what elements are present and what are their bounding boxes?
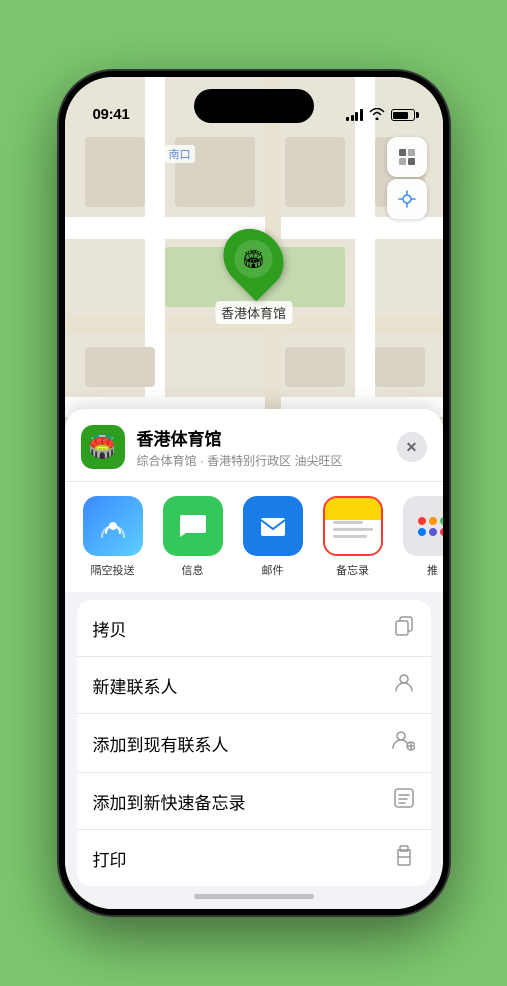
share-item-notes[interactable]: 备忘录 xyxy=(317,496,389,578)
home-indicator xyxy=(194,894,314,899)
more-icon xyxy=(403,496,443,556)
action-new-contact-label: 新建联系人 xyxy=(93,673,178,698)
print-icon xyxy=(393,844,415,872)
status-icons xyxy=(346,107,415,123)
phone-frame: 09:41 xyxy=(59,71,449,915)
action-add-quicknote-label: 添加到新快速备忘录 xyxy=(93,789,246,814)
mail-icon xyxy=(243,496,303,556)
dynamic-island xyxy=(194,89,314,123)
notes-label: 备忘录 xyxy=(336,562,369,578)
airdrop-label: 隔空投送 xyxy=(91,562,135,578)
close-button[interactable]: ✕ xyxy=(397,432,427,462)
location-info: 香港体育馆 综合体育馆 · 香港特别行政区 油尖旺区 xyxy=(137,425,385,469)
messages-label: 信息 xyxy=(182,562,204,578)
action-print[interactable]: 打印 xyxy=(77,830,431,886)
messages-icon xyxy=(163,496,223,556)
location-subtitle: 综合体育馆 · 香港特别行政区 油尖旺区 xyxy=(137,452,385,469)
action-add-existing[interactable]: 添加到现有联系人 xyxy=(77,714,431,773)
share-item-mail[interactable]: 邮件 xyxy=(237,496,309,578)
airdrop-icon xyxy=(83,496,143,556)
share-row: 隔空投送 信息 xyxy=(65,481,443,592)
more-dots-top xyxy=(418,517,443,525)
pin-label: 香港体育馆 xyxy=(215,301,292,324)
more-label: 推 xyxy=(427,562,438,578)
more-dots-bottom xyxy=(418,528,443,536)
phone-screen: 09:41 xyxy=(65,77,443,909)
map-type-button[interactable] xyxy=(387,137,427,177)
action-print-label: 打印 xyxy=(93,846,127,871)
pin-inner: 🏟 xyxy=(234,240,272,278)
share-item-more[interactable]: 推 xyxy=(397,496,443,578)
action-add-quicknote[interactable]: 添加到新快速备忘录 xyxy=(77,773,431,830)
location-header: 🏟️ 香港体育馆 综合体育馆 · 香港特别行政区 油尖旺区 ✕ xyxy=(65,409,443,481)
action-copy-label: 拷贝 xyxy=(93,616,127,641)
new-contact-icon xyxy=(393,671,415,699)
battery-icon xyxy=(391,109,415,121)
quicknote-icon xyxy=(393,787,415,815)
action-new-contact[interactable]: 新建联系人 xyxy=(77,657,431,714)
share-item-airdrop[interactable]: 隔空投送 xyxy=(77,496,149,578)
location-icon-badge: 🏟️ xyxy=(81,425,125,469)
location-button[interactable] xyxy=(387,179,427,219)
signal-icon xyxy=(346,109,363,121)
notes-icon xyxy=(323,496,383,556)
location-pin: 🏟 香港体育馆 xyxy=(215,227,292,324)
map-station-label: 南口 xyxy=(165,145,195,163)
wifi-icon xyxy=(369,107,385,123)
copy-icon xyxy=(393,614,415,642)
location-name: 香港体育馆 xyxy=(137,425,385,450)
bottom-sheet: 🏟️ 香港体育馆 综合体育馆 · 香港特别行政区 油尖旺区 ✕ xyxy=(65,409,443,909)
pin-icon-shape: 🏟 xyxy=(211,217,296,302)
map-controls xyxy=(387,137,427,219)
action-list: 拷贝 新建联系人 xyxy=(77,600,431,886)
mail-label: 邮件 xyxy=(262,562,284,578)
add-existing-icon xyxy=(391,728,415,758)
action-add-existing-label: 添加到现有联系人 xyxy=(93,731,229,756)
share-item-messages[interactable]: 信息 xyxy=(157,496,229,578)
action-copy[interactable]: 拷贝 xyxy=(77,600,431,657)
location-emoji: 🏟️ xyxy=(89,434,116,460)
status-time: 09:41 xyxy=(93,106,130,123)
